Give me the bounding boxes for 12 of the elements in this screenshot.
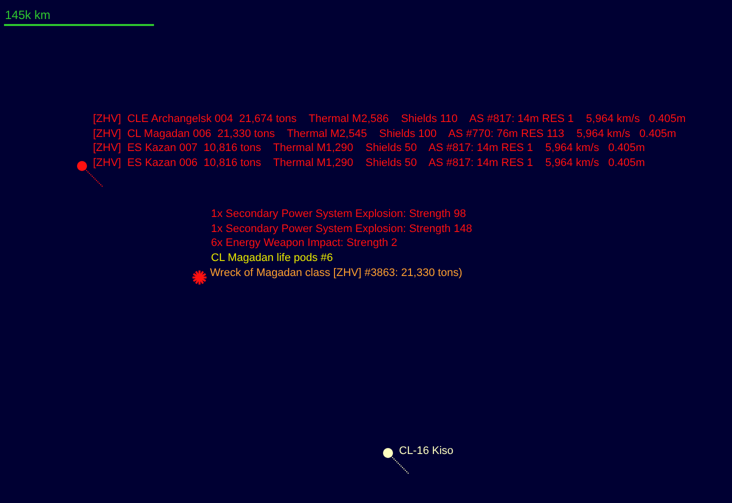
event-label: 1x Secondary Power System Explosion: Strength 148 (211, 222, 472, 236)
event-label: 1x Secondary Power System Explosion: Strength 98 (211, 207, 467, 222)
event-label: CL Magadan life pods #6 (211, 251, 334, 266)
event-label: Wreck of Magadan class [ZHV] #3863: 21,330 tons) (210, 266, 464, 281)
contact-label: [ZHV] ES Kazan 007 10,816 tons Thermal M1,290 Shields 50 AS #817: 14m RES 1 5,964 km/s 0.405m (93, 141, 646, 156)
contact-label: [ZHV] CL Magadan 006 21,330 tons Thermal M2,545 Shields 100 AS #770: 76m RES 113 5,964 km/s 0.405m (93, 126, 678, 142)
contact-label: CL-16 Kiso (399, 444, 454, 459)
event-label: 6x Energy Weapon Impact: Strength 2 (211, 236, 398, 252)
scale-label: 145k km (5, 8, 50, 22)
wreck-star-icon[interactable] (192, 270, 207, 285)
contact-label: [ZHV] ES Kazan 006 10,816 tons Thermal M1,290 Shields 50 AS #817: 14m RES 1 5,964 km/s 0.405m (93, 156, 646, 171)
contact-label: [ZHV] CLE Archangelsk 004 21,674 tons Thermal M2,586 Shields 110 AS #817: 14m RES 1 5,964 km/s 0.405m (93, 112, 686, 127)
